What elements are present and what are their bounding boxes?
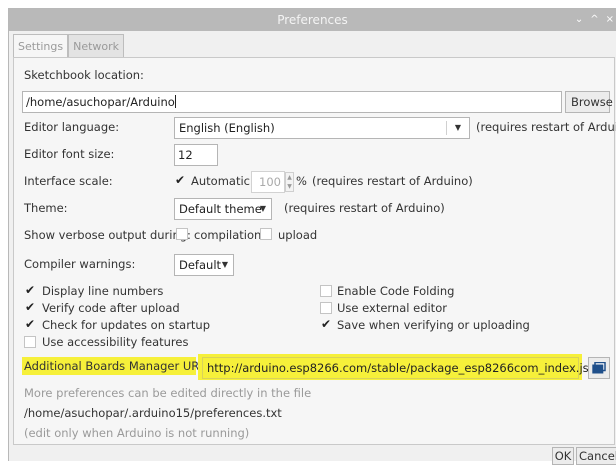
compiler-warnings-select[interactable]: Default ▼ xyxy=(174,254,234,276)
edit-urls-button[interactable] xyxy=(588,357,610,379)
boards-manager-label: Additional Boards Manager URLs: xyxy=(24,359,216,373)
tab-bar: Settings Network xyxy=(13,34,125,58)
accessibility-checkbox[interactable] xyxy=(24,336,36,348)
interface-scale-label: Interface scale: xyxy=(24,174,113,188)
boards-manager-urls-input[interactable]: http://arduino.esp8266.com/stable/packag… xyxy=(202,357,603,379)
preferences-window: Preferences ⌄ ^ × Settings Network Sketc… xyxy=(8,8,616,465)
display-line-numbers-label: Display line numbers xyxy=(42,284,164,298)
text-cursor xyxy=(174,95,176,108)
theme-select[interactable]: Default theme ▼ xyxy=(174,198,272,220)
code-folding-label: Enable Code Folding xyxy=(337,284,455,298)
check-updates-label: Check for updates on startup xyxy=(42,318,211,332)
info-line-1: More preferences can be edited directly … xyxy=(24,386,312,400)
cancel-button[interactable]: Cancel xyxy=(576,447,616,465)
theme-label: Theme: xyxy=(24,201,68,215)
verbose-compilation-label: compilation xyxy=(194,228,262,242)
sketchbook-location-value: /home/asuchopar/Arduino xyxy=(26,95,175,109)
editor-font-size-label: Editor font size: xyxy=(24,147,115,161)
verbose-upload-checkbox[interactable] xyxy=(260,228,272,240)
scale-stepper[interactable]: ▲ ▼ xyxy=(285,172,294,192)
window-controls: ⌄ ^ × xyxy=(575,9,614,31)
editor-font-size-input[interactable]: 12 xyxy=(174,144,218,166)
info-line-3: (edit only when Arduino is not running) xyxy=(24,426,250,440)
compiler-warnings-label: Compiler warnings: xyxy=(24,257,136,271)
verbose-compilation-checkbox[interactable] xyxy=(176,228,188,240)
minimize-icon[interactable]: ⌄ xyxy=(575,9,583,31)
verbose-upload-label: upload xyxy=(278,228,318,242)
theme-note: (requires restart of Arduino) xyxy=(284,201,445,215)
automatic-scale-checkbox[interactable]: ✔ xyxy=(174,174,186,186)
automatic-scale-label: Automatic xyxy=(191,174,250,188)
tab-network[interactable]: Network xyxy=(68,34,125,58)
chevron-down-icon: ▼ xyxy=(259,204,267,213)
browse-button[interactable]: Browse xyxy=(565,91,613,113)
theme-value: Default theme xyxy=(179,202,262,216)
maximize-icon[interactable]: ^ xyxy=(590,9,598,31)
external-editor-label: Use external editor xyxy=(337,301,447,315)
code-folding-checkbox[interactable] xyxy=(320,285,332,297)
preferences-file-path: /home/asuchopar/.arduino15/preferences.t… xyxy=(24,406,282,420)
chevron-down-icon: ▼ xyxy=(454,123,462,132)
settings-panel: Sketchbook location: /home/asuchopar/Ard… xyxy=(13,57,616,445)
interface-scale-unit: % xyxy=(296,174,307,188)
window-icon xyxy=(592,361,606,374)
interface-scale-input[interactable]: 100 xyxy=(251,171,285,193)
sketchbook-label: Sketchbook location: xyxy=(24,68,144,82)
editor-language-select[interactable]: English (English) ▼ xyxy=(174,117,470,139)
ok-button[interactable]: OK xyxy=(552,447,574,465)
interface-scale-note: (requires restart of Arduino) xyxy=(312,174,473,188)
compiler-warnings-value: Default xyxy=(179,258,222,272)
editor-language-note: (requires restart of Arduino) xyxy=(476,120,616,134)
verbose-label: Show verbose output during: xyxy=(24,228,191,242)
close-icon[interactable]: × xyxy=(606,9,614,31)
verify-after-upload-label: Verify code after upload xyxy=(42,301,180,315)
external-editor-checkbox[interactable] xyxy=(320,302,332,314)
window-title: Preferences xyxy=(277,13,348,27)
editor-language-label: Editor language: xyxy=(24,120,120,134)
verify-after-upload-checkbox[interactable]: ✔ xyxy=(24,301,36,313)
tab-settings[interactable]: Settings xyxy=(13,34,69,58)
display-line-numbers-checkbox[interactable]: ✔ xyxy=(24,284,36,296)
chevron-down-icon: ▼ xyxy=(221,260,229,269)
save-when-verifying-checkbox[interactable]: ✔ xyxy=(320,318,332,330)
check-updates-checkbox[interactable]: ✔ xyxy=(24,318,36,330)
sketchbook-location-input[interactable]: /home/asuchopar/Arduino xyxy=(22,91,562,113)
save-when-verifying-label: Save when verifying or uploading xyxy=(337,318,530,332)
accessibility-label: Use accessibility features xyxy=(42,335,189,349)
editor-language-value: English (English) xyxy=(179,121,275,135)
title-bar: Preferences ⌄ ^ × xyxy=(9,9,616,31)
